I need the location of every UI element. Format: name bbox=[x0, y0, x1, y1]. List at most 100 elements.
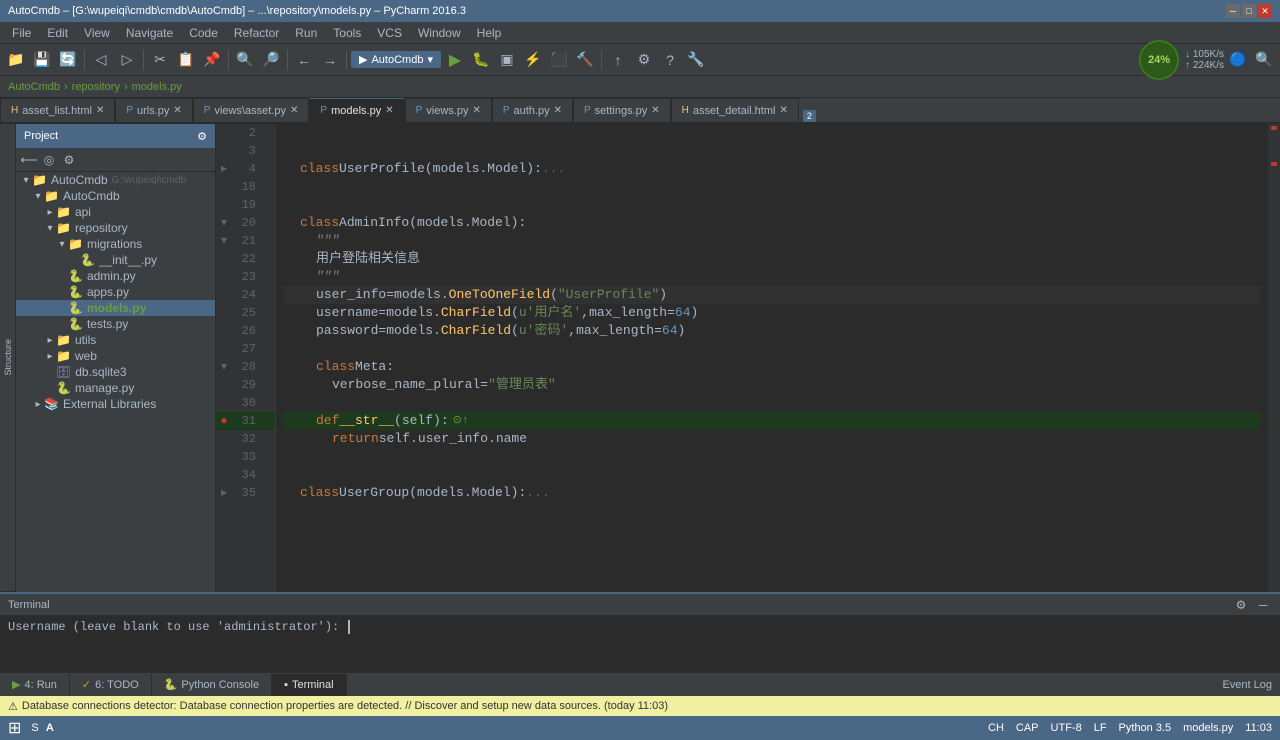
var: verbose_name_plural bbox=[332, 376, 480, 394]
tab-close[interactable]: ✕ bbox=[779, 105, 787, 116]
maximize-button[interactable]: □ bbox=[1242, 4, 1256, 18]
tab-close[interactable]: ✕ bbox=[651, 105, 659, 116]
menu-edit[interactable]: Edit bbox=[39, 24, 76, 42]
tree-apps[interactable]: 🐍 apps.py bbox=[16, 284, 215, 300]
minimize-button[interactable]: ─ bbox=[1226, 4, 1240, 18]
update-icon[interactable]: 🔵 bbox=[1226, 48, 1250, 72]
tab-close[interactable]: ✕ bbox=[472, 105, 480, 116]
line-num: 25 bbox=[232, 304, 260, 322]
search-btn[interactable]: 🔍 bbox=[233, 48, 257, 72]
tab-urls[interactable]: P urls.py ✕ bbox=[115, 98, 192, 122]
tab-close[interactable]: ✕ bbox=[385, 105, 393, 116]
stop-btn[interactable]: ⬛ bbox=[547, 48, 571, 72]
sync-btn[interactable]: 🔄 bbox=[56, 48, 80, 72]
tree-init[interactable]: 🐍 __init__.py bbox=[16, 252, 215, 268]
tab-todo[interactable]: ✓ 6: TODO bbox=[70, 674, 152, 696]
panel-settings-btn[interactable]: ⚙ bbox=[1232, 596, 1250, 614]
tab-settings[interactable]: P settings.py ✕ bbox=[573, 98, 671, 122]
run-config-btn[interactable]: ▶ AutoCmdb ▾ bbox=[351, 51, 441, 68]
tab-overflow-counter[interactable]: 2 bbox=[803, 110, 816, 122]
sep6 bbox=[601, 50, 602, 70]
vcs-update[interactable]: ↑ bbox=[606, 48, 630, 72]
tab-run[interactable]: ▶ 4: Run bbox=[0, 674, 70, 696]
build-btn[interactable]: 🔨 bbox=[573, 48, 597, 72]
tree-db[interactable]: 🗄 db.sqlite3 bbox=[16, 364, 215, 380]
tab-auth[interactable]: P auth.py ✕ bbox=[492, 98, 573, 122]
global-search[interactable]: 🔍 bbox=[1252, 48, 1276, 72]
tab-close[interactable]: ✕ bbox=[554, 105, 562, 116]
menu-file[interactable]: File bbox=[4, 24, 39, 42]
project-btn[interactable]: 📁 bbox=[4, 48, 28, 72]
debug-btn[interactable]: 🐛 bbox=[469, 48, 493, 72]
tab-views[interactable]: P views.py ✕ bbox=[405, 98, 492, 122]
tab-close[interactable]: ✕ bbox=[173, 105, 181, 116]
copy-btn[interactable]: 📋 bbox=[174, 48, 198, 72]
breadcrumb-repository[interactable]: repository bbox=[72, 81, 120, 93]
close-button[interactable]: ✕ bbox=[1258, 4, 1272, 18]
breadcrumb-models[interactable]: models.py bbox=[132, 81, 182, 93]
menu-view[interactable]: View bbox=[76, 24, 118, 42]
tab-close[interactable]: ✕ bbox=[290, 105, 298, 116]
tree-utils[interactable]: ▸ 📁 utils bbox=[16, 332, 215, 348]
coverage-btn[interactable]: ▣ bbox=[495, 48, 519, 72]
tree-tests[interactable]: 🐍 tests.py bbox=[16, 316, 215, 332]
paste-btn[interactable]: 📌 bbox=[200, 48, 224, 72]
tab-asset-list[interactable]: H asset_list.html ✕ bbox=[0, 98, 115, 122]
dropdown-icon: ▾ bbox=[427, 53, 433, 66]
menu-help[interactable]: Help bbox=[469, 24, 510, 42]
settings-btn[interactable]: ⚙ bbox=[632, 48, 656, 72]
scroll-from-source[interactable]: ◎ bbox=[40, 151, 58, 169]
menu-tools[interactable]: Tools bbox=[325, 24, 369, 42]
collapse-all[interactable]: ⟵ bbox=[20, 151, 38, 169]
menu-refactor[interactable]: Refactor bbox=[226, 24, 287, 42]
forward-btn[interactable]: ▷ bbox=[115, 48, 139, 72]
run-btn[interactable]: ▶ bbox=[443, 48, 467, 72]
panel-minimize-btn[interactable]: ─ bbox=[1254, 596, 1272, 614]
menu-code[interactable]: Code bbox=[181, 24, 226, 42]
sidebar-header-btns: ⚙ bbox=[197, 130, 207, 143]
tree-root[interactable]: ▾ 📁 AutoCmdb G:\wupeiqi\cmdb bbox=[16, 172, 215, 188]
save-btn[interactable]: 💾 bbox=[30, 48, 54, 72]
tree-web[interactable]: ▸ 📁 web bbox=[16, 348, 215, 364]
sidebar-gear[interactable]: ⚙ bbox=[197, 130, 207, 143]
menu-vcs[interactable]: VCS bbox=[369, 24, 410, 42]
extra-btn[interactable]: 🔧 bbox=[684, 48, 708, 72]
tab-label: auth.py bbox=[514, 105, 550, 117]
nav-back[interactable]: ← bbox=[292, 48, 316, 72]
tab-close[interactable]: ✕ bbox=[96, 105, 104, 116]
tab-asset-detail[interactable]: H asset_detail.html ✕ bbox=[671, 98, 799, 122]
tree-autocmdb-folder[interactable]: ▾ 📁 AutoCmdb bbox=[16, 188, 215, 204]
menu-window[interactable]: Window bbox=[410, 24, 469, 42]
replace-btn[interactable]: 🔎 bbox=[259, 48, 283, 72]
tab-python-console[interactable]: 🐍 Python Console bbox=[152, 674, 272, 696]
back-btn[interactable]: ◁ bbox=[89, 48, 113, 72]
tree-manage[interactable]: 🐍 manage.py bbox=[16, 380, 215, 396]
tab-models[interactable]: P models.py ✕ bbox=[309, 98, 404, 122]
cut-btn[interactable]: ✂ bbox=[148, 48, 172, 72]
code-content[interactable]: class UserProfile ( models.Model ): ... … bbox=[276, 124, 1268, 592]
tree-repository[interactable]: ▾ 📁 repository bbox=[16, 220, 215, 236]
tree-models[interactable]: 🐍 models.py bbox=[16, 300, 215, 316]
gutter-row: 27 bbox=[216, 340, 275, 358]
profile-btn[interactable]: ⚡ bbox=[521, 48, 545, 72]
menu-navigate[interactable]: Navigate bbox=[118, 24, 181, 42]
tree-ext-libs[interactable]: ▸ 📚 External Libraries bbox=[16, 396, 215, 412]
breadcrumb-autocmdb[interactable]: AutoCmdb bbox=[8, 81, 60, 93]
help-btn[interactable]: ? bbox=[658, 48, 682, 72]
paren: ( bbox=[425, 160, 433, 178]
menu-run[interactable]: Run bbox=[287, 24, 325, 42]
tree-admin[interactable]: 🐍 admin.py bbox=[16, 268, 215, 284]
nav-fwd[interactable]: → bbox=[318, 48, 342, 72]
tree-api[interactable]: ▸ 📁 api bbox=[16, 204, 215, 220]
comma: , bbox=[581, 304, 589, 322]
code-line-28: class Meta : bbox=[284, 358, 1260, 376]
param-self: self bbox=[402, 412, 433, 430]
tab-views-asset[interactable]: P views\asset.py ✕ bbox=[193, 98, 310, 122]
tab-terminal[interactable]: ▪ Terminal bbox=[272, 674, 346, 696]
code-line-21: """ bbox=[284, 232, 1260, 250]
tree-migrations[interactable]: ▾ 📁 migrations bbox=[16, 236, 215, 252]
structure-panel-btn[interactable]: Structure bbox=[0, 124, 15, 592]
event-log-btn[interactable]: Event Log bbox=[1222, 679, 1272, 691]
code-editor[interactable]: 2 3 ▸ 4 18 19 ▾ 20 ▾ bbox=[216, 124, 1280, 592]
sidebar-settings[interactable]: ⚙ bbox=[60, 151, 78, 169]
